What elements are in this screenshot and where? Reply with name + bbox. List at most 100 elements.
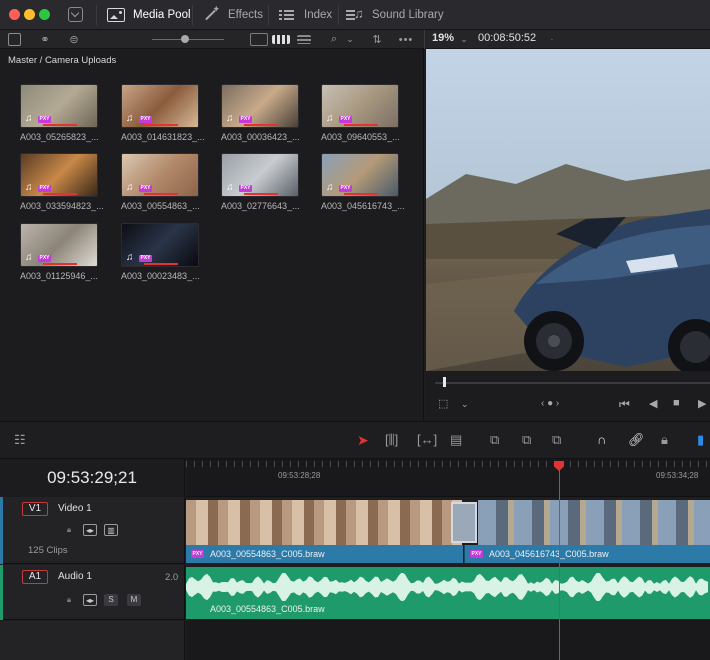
timeline-ruler[interactable]: 09:53:28;28 09:53:34;28 (186, 459, 710, 497)
breadcrumb[interactable]: Master / Camera Uploads (8, 55, 116, 66)
media-clip[interactable]: ♫ PXY A003_00023483_... (121, 223, 200, 281)
timeline-empty-area[interactable] (186, 620, 710, 660)
media-pool-tab[interactable]: Media Pool (107, 0, 191, 30)
clip-name: A003_045616743_... (321, 201, 405, 211)
slider-knob[interactable] (181, 35, 189, 43)
flag-icon[interactable]: ▮ (697, 433, 704, 447)
usage-bar (144, 263, 178, 265)
music-note-icon: ♫ (25, 113, 33, 124)
usage-bar (43, 193, 77, 195)
trim-tool-icon[interactable]: [⫼] (385, 433, 398, 447)
music-note-icon: ♫ (126, 252, 134, 263)
effects-label: Effects (228, 9, 263, 21)
proxy-badge: PXY (38, 185, 51, 192)
solo-button[interactable]: S (104, 594, 118, 606)
proxy-badge: PXY (239, 185, 252, 192)
list-view-icon[interactable] (297, 35, 311, 44)
sound-library-tab[interactable]: Sound Library (346, 0, 444, 30)
viewer-frame[interactable] (426, 49, 710, 371)
crop-icon[interactable]: ⬚ (438, 397, 448, 410)
link-icon[interactable]: ⚭ (37, 33, 53, 46)
effects-tab[interactable]: Effects (202, 0, 263, 30)
auto-select-icon[interactable]: ◂▸ (83, 524, 97, 536)
scrubber-playhead[interactable] (443, 377, 446, 387)
media-clip[interactable]: ♫ PXY A003_09640553_... (321, 84, 400, 142)
stop-icon[interactable]: ■ (673, 397, 680, 409)
track-id-v1[interactable]: V1 (22, 502, 48, 516)
viewer-zoom[interactable]: 19% (432, 32, 454, 44)
snapping-icon[interactable]: ∩ (597, 433, 606, 447)
proxy-badge: PXY (139, 116, 152, 123)
clip-name: A003_02776643_... (221, 201, 300, 211)
video-clip-b-label[interactable]: PXY A003_045616743_C005.braw (464, 545, 710, 563)
track-name[interactable]: Audio 1 (58, 571, 92, 582)
selection-tool-icon[interactable]: ➤ (357, 433, 369, 447)
transition-marker[interactable] (451, 502, 477, 543)
metadata-icon[interactable]: ⊜ (66, 33, 82, 46)
clip-thumbnail: ♫ PXY (221, 153, 299, 197)
previous-frame-icon[interactable]: ‹ ● › (541, 398, 559, 409)
workspace-dropdown-icon[interactable] (68, 7, 83, 22)
film-strip-icon[interactable]: ▥ (104, 524, 118, 536)
overwrite-clip-icon[interactable]: ⧉ (522, 433, 531, 447)
viewer-scrubber[interactable] (435, 382, 710, 384)
chevron-down-icon[interactable]: ⌄ (461, 399, 469, 410)
replace-clip-icon[interactable]: ⧉ (552, 433, 561, 447)
music-note-icon: ♫ (326, 182, 334, 193)
audio-clip[interactable]: A003_00554863_C005.braw (186, 567, 710, 619)
media-clip[interactable]: ♫ PXY A003_01125946_... (20, 223, 98, 281)
clip-thumbnail: ♫ PXY (121, 84, 199, 128)
mute-button[interactable]: M (127, 594, 141, 606)
clip-thumbnail: ♫ PXY (321, 153, 399, 197)
media-clip[interactable]: ♫ PXY A003_02776643_... (221, 153, 300, 211)
chevron-down-icon[interactable]: ⌄ (344, 33, 356, 46)
usage-bar (43, 263, 77, 265)
search-icon[interactable]: ⌕ (327, 33, 341, 46)
timeline-toolbar: ☷ ➤ [⫼] [↔] ▤ ⧉ ⧉ ⧉ ∩ 🔗︎ 🔒︎ ▮ (0, 421, 710, 459)
clip-name: A003_00554863_C005.braw (210, 604, 325, 614)
lock-icon[interactable]: 🔒︎ (62, 524, 76, 536)
zoom-chevron-icon[interactable]: ⌄ (458, 33, 470, 46)
slip-tool-icon[interactable]: [↔] (417, 433, 437, 447)
insert-clip-icon[interactable]: ⧉ (490, 433, 499, 447)
track-name[interactable]: Video 1 (58, 503, 92, 514)
panel-toggle-icon[interactable] (8, 33, 21, 46)
minimize-window-button[interactable] (24, 9, 35, 20)
more-options-icon[interactable]: ••• (398, 33, 414, 46)
video-track-header[interactable]: V1 Video 1 🔒︎ ◂▸ ▥ 125 Clips (0, 497, 185, 564)
media-clip[interactable]: ♫ PXY A003_045616743_... (321, 153, 405, 211)
sound-library-label: Sound Library (372, 9, 444, 21)
skip-to-start-icon[interactable]: ⏮ (619, 397, 630, 412)
close-window-button[interactable] (9, 9, 20, 20)
video-clip-a-label[interactable]: PXY A003_00554863_C005.braw (186, 545, 463, 563)
clip-name: A003_00554863_... (121, 201, 200, 211)
media-clip[interactable]: ♫ PXY A003_05265823_... (20, 84, 99, 142)
options-icon[interactable]: · (548, 33, 556, 46)
clip-count: 125 Clips (28, 545, 68, 556)
blade-tool-icon[interactable]: ▤ (450, 433, 462, 447)
media-clip[interactable]: ♫ PXY A003_014631823_... (121, 84, 205, 142)
link-icon[interactable]: 🔗︎ (628, 433, 645, 447)
index-tab[interactable]: Index (278, 0, 332, 30)
media-clip[interactable]: ♫ PXY A003_00554863_... (121, 153, 200, 211)
music-note-icon: ♫ (226, 113, 234, 124)
maximize-window-button[interactable] (39, 9, 50, 20)
auto-select-icon[interactable]: ◂▸ (83, 594, 97, 606)
timeline-options-icon[interactable]: ☷ (14, 433, 26, 447)
play-reverse-icon[interactable]: ◀ (649, 397, 657, 410)
track-id-a1[interactable]: A1 (22, 570, 48, 584)
metadata-view-icon[interactable] (250, 33, 268, 46)
sort-icon[interactable]: ⇅ (369, 33, 385, 46)
lock-icon[interactable]: 🔒︎ (62, 594, 76, 606)
track-accent (0, 565, 3, 620)
magic-wand-icon (202, 4, 220, 22)
thumbnail-view-icon[interactable] (272, 35, 290, 44)
play-icon[interactable]: ▶ (698, 397, 706, 410)
media-clip[interactable]: ♫ PXY A003_033594823_... (20, 153, 104, 211)
clip-thumbnail: ♫ PXY (20, 223, 98, 267)
lock-icon[interactable]: 🔒︎ (661, 433, 668, 447)
video-clip-a[interactable] (186, 500, 462, 545)
audio-track-header[interactable]: A1 Audio 1 2.0 🔒︎ ◂▸ S M (0, 565, 185, 620)
video-clip-b[interactable] (478, 500, 710, 545)
media-clip[interactable]: ♫ PXY A003_00036423_... (221, 84, 300, 142)
